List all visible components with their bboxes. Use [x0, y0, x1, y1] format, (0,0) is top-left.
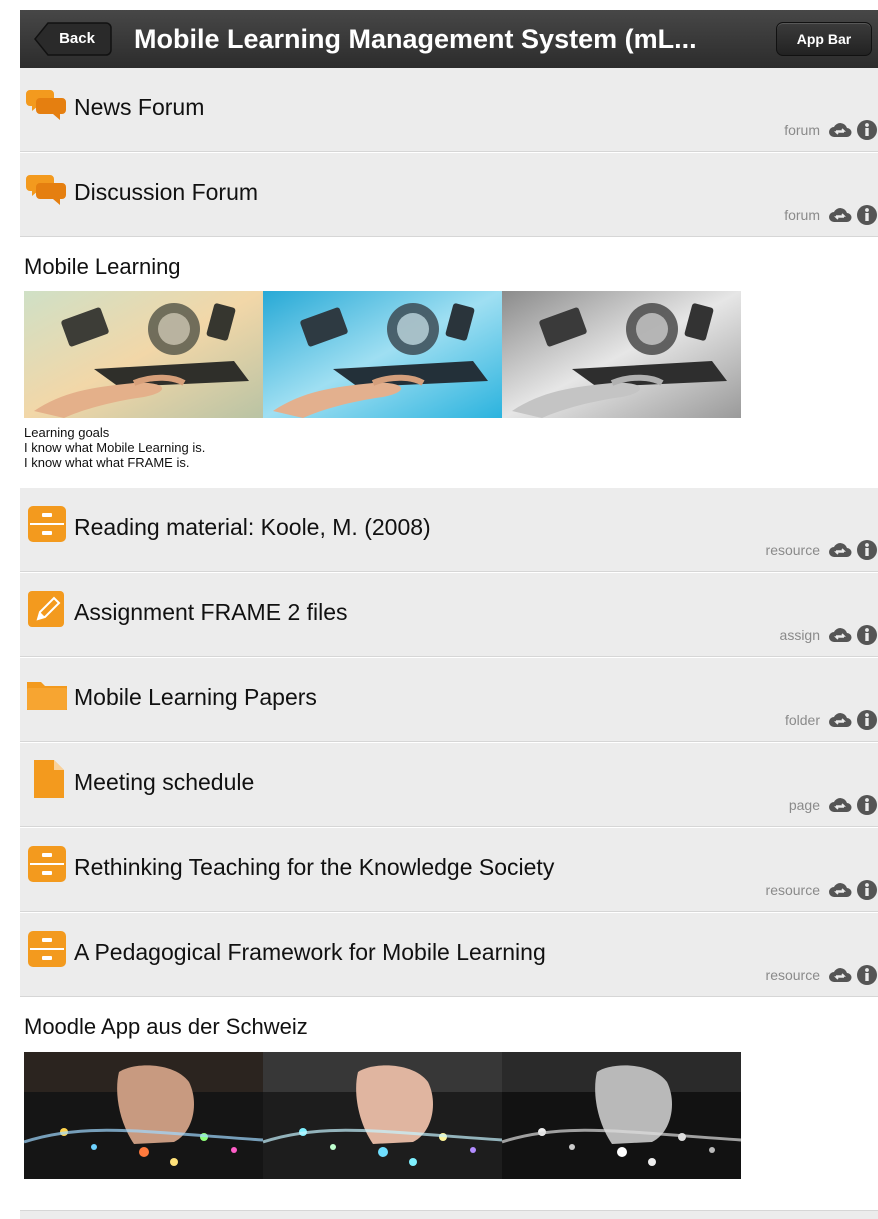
cloud-sync-icon[interactable]: [828, 539, 852, 561]
module-type: resource: [765, 542, 820, 558]
module-type: forum: [784, 122, 820, 138]
module-meta: forum: [784, 203, 878, 227]
module-type: page: [788, 797, 820, 813]
label-moodle-app: Moodle App aus der Schweiz: [20, 998, 878, 1208]
module-row[interactable]: Meeting schedule page: [20, 743, 878, 827]
label-mobile-learning: Mobile Learning Learning goals I know wh…: [20, 238, 878, 487]
hand-tablet-image: [502, 291, 741, 418]
info-icon[interactable]: [856, 794, 878, 816]
module-title: A Pedagogical Framework for Mobile Learn…: [74, 939, 546, 965]
hand-tablet-image: [263, 291, 502, 418]
module-title: Rethinking Teaching for the Knowledge So…: [74, 854, 555, 880]
module-type: assign: [779, 627, 820, 643]
module-meta: resource: [766, 963, 878, 987]
module-meta: forum: [784, 118, 878, 142]
banner-image-mobile-learning: [24, 291, 741, 418]
module-meta: assign: [780, 623, 878, 647]
page-title: Mobile Learning Management System (mL...: [134, 24, 697, 54]
cloud-sync-icon[interactable]: [828, 119, 852, 141]
module-title: News Forum: [74, 94, 205, 120]
back-button[interactable]: Back: [34, 22, 112, 56]
cloud-sync-icon[interactable]: [828, 709, 852, 731]
page-icon: [26, 759, 68, 799]
info-icon[interactable]: [856, 539, 878, 561]
info-icon[interactable]: [856, 204, 878, 226]
folder-icon: [26, 674, 68, 714]
module-meta: folder: [785, 708, 878, 732]
goals-line: I know what Mobile Learning is.: [24, 440, 206, 455]
cloud-sync-icon[interactable]: [828, 964, 852, 986]
app-screen: Back Mobile Learning Management System (…: [0, 0, 878, 1219]
cloud-sync-icon[interactable]: [828, 794, 852, 816]
cloud-sync-icon[interactable]: [828, 879, 852, 901]
section-heading: Mobile Learning: [24, 254, 181, 279]
module-type: folder: [784, 712, 820, 728]
module-row[interactable]: Reading material: Koole, M. (2008) resou…: [20, 488, 878, 572]
goals-line: I know what what FRAME is.: [24, 455, 190, 470]
info-icon[interactable]: [856, 879, 878, 901]
module-title: Discussion Forum: [74, 179, 259, 205]
back-label: Back: [59, 30, 95, 47]
learning-goals-text: Learning goals I know what Mobile Learni…: [24, 425, 205, 470]
banner-panel-warm: [24, 291, 263, 418]
module-row[interactable]: News Forum forum: [20, 68, 878, 152]
module-type: forum: [784, 207, 820, 223]
banner-panel-gray: [502, 291, 741, 418]
module-type: resource: [765, 967, 820, 983]
info-icon[interactable]: [856, 624, 878, 646]
goals-line: Learning goals: [24, 425, 110, 440]
module-meta: resource: [766, 538, 878, 562]
cloud-sync-icon[interactable]: [828, 624, 852, 646]
module-meta: page: [789, 793, 878, 817]
resource-icon: [26, 504, 68, 544]
hand-tablet-image: [24, 291, 263, 418]
module-title: Reading material: Koole, M. (2008): [74, 514, 431, 540]
resource-icon: [26, 844, 68, 884]
section-heading: Moodle App aus der Schweiz: [24, 1014, 308, 1039]
banner-panel-mono: [502, 1052, 741, 1179]
assign-icon: [26, 589, 68, 629]
module-row[interactable]: Rethinking Teaching for the Knowledge So…: [20, 828, 878, 912]
app-bar-button[interactable]: App Bar: [776, 22, 872, 56]
banner-panel-light: [263, 1052, 502, 1179]
module-row[interactable]: Discussion Forum forum: [20, 153, 878, 237]
header-bar: Back Mobile Learning Management System (…: [20, 10, 878, 68]
banner-panel-blue: [263, 291, 502, 418]
module-row[interactable]: Mobile Learning Papers folder: [20, 658, 878, 742]
hand-particles-image: [502, 1052, 741, 1179]
hand-particles-image: [24, 1052, 263, 1179]
module-type: resource: [765, 882, 820, 898]
forum-icon: [26, 169, 68, 209]
info-icon[interactable]: [856, 709, 878, 731]
banner-image-moodle-app: [24, 1052, 741, 1179]
cloud-sync-icon[interactable]: [828, 204, 852, 226]
module-row[interactable]: A Pedagogical Framework for Mobile Learn…: [20, 913, 878, 997]
banner-panel-color: [24, 1052, 263, 1179]
module-title: Meeting schedule: [74, 769, 255, 795]
info-icon[interactable]: [856, 119, 878, 141]
module-title: Assignment FRAME 2 files: [74, 599, 348, 625]
module-title: Mobile Learning Papers: [74, 684, 317, 710]
hand-particles-image: [263, 1052, 502, 1179]
forum-icon: [26, 84, 68, 124]
info-icon[interactable]: [856, 964, 878, 986]
module-row[interactable]: Assignment FRAME 2 files assign: [20, 573, 878, 657]
resource-icon: [26, 929, 68, 969]
module-meta: resource: [766, 878, 878, 902]
